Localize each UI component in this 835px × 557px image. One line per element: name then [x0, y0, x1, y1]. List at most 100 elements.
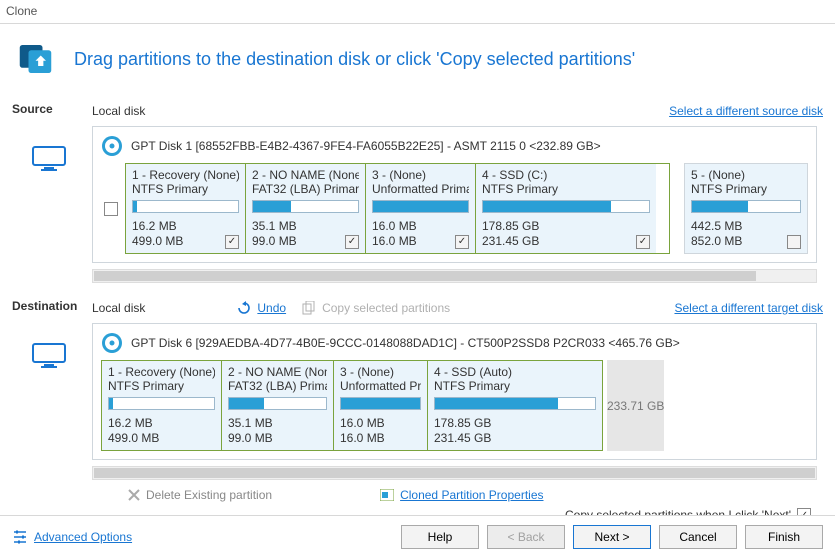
- partition-block[interactable]: 5 - (None) NTFS Primary 442.5 MB 852.0 M…: [685, 164, 807, 253]
- footer: Advanced Options Help < Back Next > Canc…: [0, 515, 835, 557]
- partition-title: 5 - (None): [691, 168, 801, 182]
- usage-bar: [228, 397, 327, 410]
- sliders-icon: [12, 529, 28, 545]
- select-different-target-link[interactable]: Select a different target disk: [674, 301, 823, 315]
- delete-icon: [128, 489, 140, 501]
- partition-used: 178.85 GB: [434, 416, 491, 431]
- partition-checkbox[interactable]: ✓: [455, 235, 469, 249]
- copy-icon: [302, 301, 316, 315]
- properties-icon: [380, 489, 394, 501]
- partition-type: Unformatted Primary: [340, 379, 421, 393]
- free-space-block[interactable]: 233.71 GB: [607, 360, 664, 451]
- partition-block[interactable]: 4 - SSD (C:) NTFS Primary 178.85 GB 231.…: [476, 164, 656, 253]
- monitor-icon: [32, 146, 66, 172]
- partition-type: NTFS Primary: [434, 379, 596, 393]
- help-button[interactable]: Help: [401, 525, 479, 549]
- destination-disk-title: GPT Disk 6 [929AEDBA-4D77-4B0E-9CCC-0148…: [131, 336, 680, 350]
- partition-total: 852.0 MB: [691, 234, 742, 249]
- partition-used: 16.2 MB: [132, 219, 183, 234]
- partition-type: FAT32 (LBA) Primary: [252, 182, 359, 196]
- partition-type: NTFS Primary: [482, 182, 650, 196]
- source-scrollbar[interactable]: [92, 269, 817, 283]
- partition-type: Unformatted Primary: [372, 182, 469, 196]
- partition-used: 178.85 GB: [482, 219, 539, 234]
- partition-used: 35.1 MB: [252, 219, 297, 234]
- partition-block[interactable]: 4 - SSD (Auto) NTFS Primary 178.85 GB 23…: [428, 361, 602, 450]
- usage-bar: [340, 397, 421, 410]
- usage-bar: [691, 200, 801, 213]
- partition-total: 499.0 MB: [108, 431, 159, 446]
- destination-disk-box: GPT Disk 6 [929AEDBA-4D77-4B0E-9CCC-0148…: [92, 323, 817, 460]
- usage-bar: [252, 200, 359, 213]
- partition-checkbox[interactable]: ✓: [345, 235, 359, 249]
- destination-label: Destination: [12, 299, 92, 323]
- delete-existing-action: Delete Existing partition: [128, 488, 272, 502]
- partition-block[interactable]: 2 - NO NAME (None) FAT32 (LBA) Primary 3…: [246, 164, 366, 253]
- partition-title: 1 - Recovery (None): [108, 365, 215, 379]
- partition-checkbox[interactable]: ✓: [636, 235, 650, 249]
- cancel-button[interactable]: Cancel: [659, 525, 737, 549]
- source-disk-box: GPT Disk 1 [68552FBB-E4B2-4367-9FE4-FA60…: [92, 126, 817, 263]
- partition-title: 1 - Recovery (None): [132, 168, 239, 182]
- partition-total: 99.0 MB: [252, 234, 297, 249]
- title-bar: Clone: [0, 0, 835, 24]
- partition-total: 16.0 MB: [340, 431, 385, 446]
- source-location: Local disk: [92, 104, 145, 118]
- undo-icon: [237, 301, 251, 315]
- partition-title: 4 - SSD (Auto): [434, 365, 596, 379]
- clone-wizard-icon: [18, 38, 60, 80]
- usage-bar: [482, 200, 650, 213]
- partition-block[interactable]: 2 - NO NAME (None) FAT32 (LBA) Primary 3…: [222, 361, 334, 450]
- partition-type: NTFS Primary: [691, 182, 801, 196]
- header-instruction: Drag partitions to the destination disk …: [74, 49, 635, 70]
- finish-button[interactable]: Finish: [745, 525, 823, 549]
- cloned-properties-action[interactable]: Cloned Partition Properties: [380, 488, 543, 502]
- usage-bar: [372, 200, 469, 213]
- source-partitions-group: 1 - Recovery (None) NTFS Primary 16.2 MB…: [125, 163, 670, 254]
- select-all-checkbox[interactable]: [104, 202, 118, 216]
- back-button: < Back: [487, 525, 565, 549]
- partition-used: 35.1 MB: [228, 416, 273, 431]
- source-disk-title: GPT Disk 1 [68552FBB-E4B2-4367-9FE4-FA60…: [131, 139, 601, 153]
- disk-icon: [101, 135, 123, 157]
- header: Drag partitions to the destination disk …: [0, 24, 835, 100]
- partition-used: 16.0 MB: [340, 416, 385, 431]
- usage-bar: [108, 397, 215, 410]
- partition-title: 4 - SSD (C:): [482, 168, 650, 182]
- partition-used: 442.5 MB: [691, 219, 742, 234]
- partition-total: 16.0 MB: [372, 234, 417, 249]
- partition-total: 499.0 MB: [132, 234, 183, 249]
- partition-total: 99.0 MB: [228, 431, 273, 446]
- destination-scrollbar[interactable]: [92, 466, 817, 480]
- partition-title: 3 - (None): [372, 168, 469, 182]
- disk-icon: [101, 332, 123, 354]
- destination-partitions-group: 1 - Recovery (None) NTFS Primary 16.2 MB…: [101, 360, 603, 451]
- source-section: Source Local disk Select a different sou…: [0, 100, 835, 126]
- partition-checkbox[interactable]: ✓: [225, 235, 239, 249]
- destination-location: Local disk: [92, 301, 145, 315]
- window-title: Clone: [6, 4, 37, 18]
- partition-block[interactable]: 1 - Recovery (None) NTFS Primary 16.2 MB…: [126, 164, 246, 253]
- destination-section: Destination Local disk Undo Copy selecte…: [0, 297, 835, 323]
- source-label: Source: [12, 102, 92, 126]
- next-button[interactable]: Next >: [573, 525, 651, 549]
- undo-action[interactable]: Undo: [237, 301, 286, 315]
- partition-block[interactable]: 3 - (None) Unformatted Primary 16.0 MB 1…: [366, 164, 476, 253]
- partition-block[interactable]: 1 - Recovery (None) NTFS Primary 16.2 MB…: [102, 361, 222, 450]
- partition-total: 231.45 GB: [434, 431, 491, 446]
- usage-bar: [132, 200, 239, 213]
- monitor-icon: [32, 343, 66, 369]
- partition-title: 2 - NO NAME (None): [228, 365, 327, 379]
- partition-type: FAT32 (LBA) Primary: [228, 379, 327, 393]
- partition-title: 3 - (None): [340, 365, 421, 379]
- partition-block[interactable]: 3 - (None) Unformatted Primary 16.0 MB 1…: [334, 361, 428, 450]
- select-different-source-link[interactable]: Select a different source disk: [669, 104, 823, 118]
- partition-title: 2 - NO NAME (None): [252, 168, 359, 182]
- partition-type: NTFS Primary: [132, 182, 239, 196]
- partition-type: NTFS Primary: [108, 379, 215, 393]
- partition-used: 16.0 MB: [372, 219, 417, 234]
- advanced-options-link[interactable]: Advanced Options: [12, 529, 132, 545]
- usage-bar: [434, 397, 596, 410]
- partition-checkbox[interactable]: [787, 235, 801, 249]
- copy-selected-action: Copy selected partitions: [302, 301, 450, 315]
